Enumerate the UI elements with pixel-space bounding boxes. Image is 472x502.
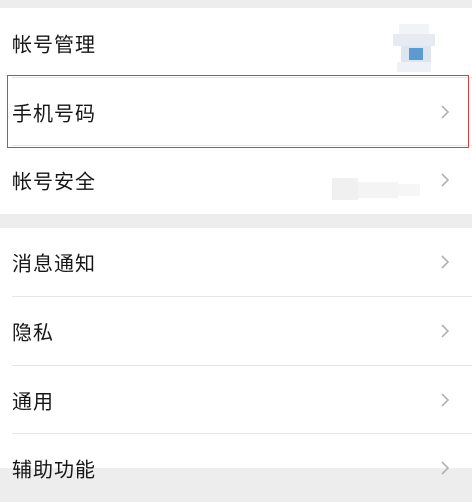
account-settings-group: 帐号管理 手机号码 帐号安全 (0, 8, 472, 214)
account-security-label: 帐号安全 (12, 169, 96, 194)
accessibility-label: 辅助功能 (12, 457, 96, 482)
account-management-label: 帐号管理 (12, 32, 96, 57)
privacy-label: 隐私 (12, 320, 54, 345)
phone-number-label: 手机号码 (12, 101, 96, 126)
chevron-right-icon (438, 459, 452, 477)
general-label: 通用 (12, 389, 54, 414)
general-settings-group: 消息通知 隐私 通用 辅助功能 (0, 228, 472, 482)
accessibility-row[interactable]: 辅助功能 (0, 434, 472, 502)
chevron-right-icon (438, 391, 452, 409)
notifications-label: 消息通知 (12, 251, 96, 276)
notifications-row[interactable]: 消息通知 (0, 228, 472, 296)
avatar (393, 24, 435, 72)
privacy-row[interactable]: 隐私 (0, 297, 472, 365)
chevron-right-icon (438, 171, 452, 189)
account-management-row[interactable]: 帐号管理 (0, 8, 472, 78)
phone-number-row[interactable]: 手机号码 (0, 78, 472, 200)
chevron-right-icon (438, 103, 452, 121)
general-row[interactable]: 通用 (0, 366, 472, 434)
chevron-right-icon (438, 253, 452, 271)
chevron-right-icon (438, 322, 452, 340)
account-security-row[interactable]: 帐号安全 (0, 146, 472, 214)
